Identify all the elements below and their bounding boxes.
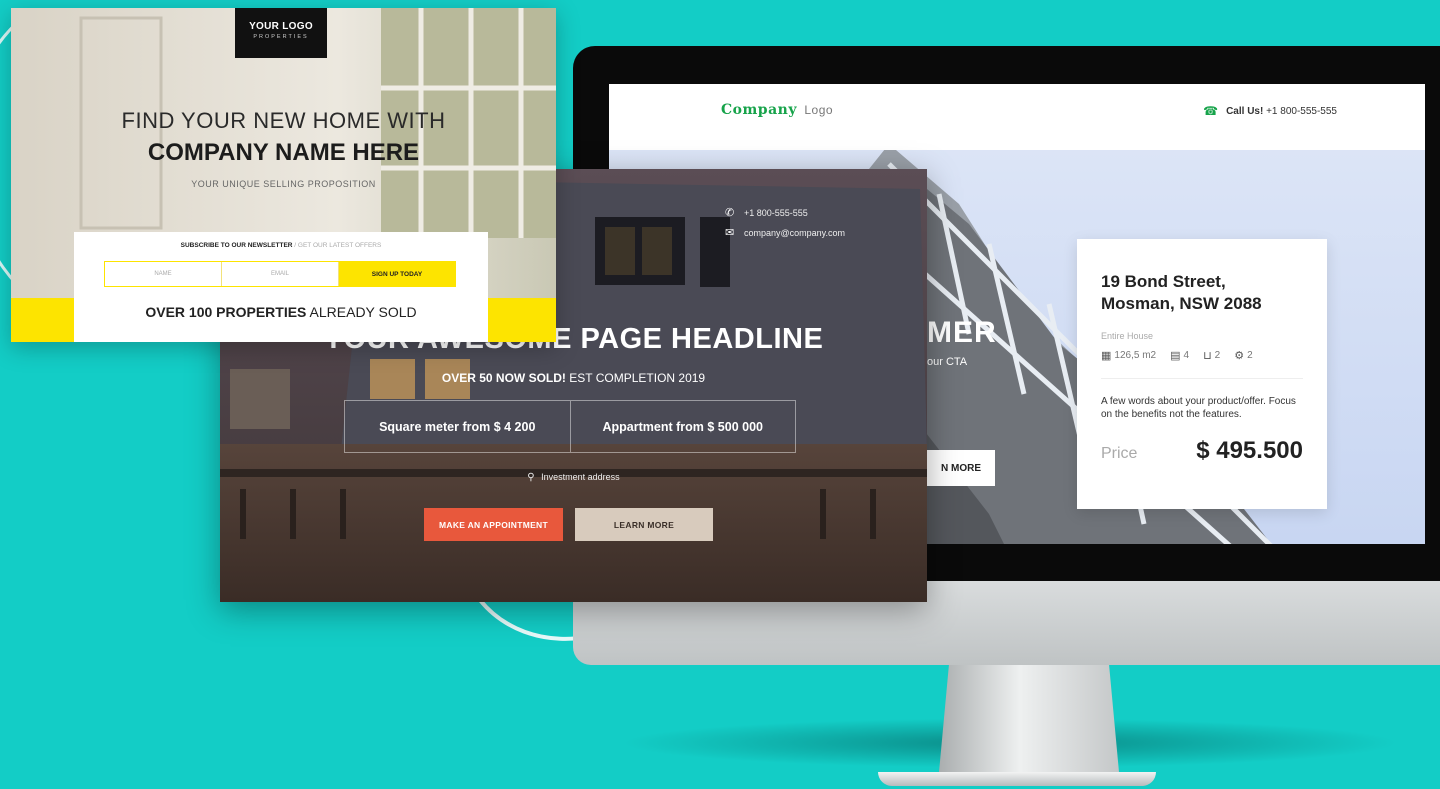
amenity-bedrooms: ▤ 4 bbox=[1170, 349, 1189, 362]
company-logo-text: Company bbox=[721, 102, 797, 118]
investment-address-text: Investment address bbox=[541, 472, 620, 482]
properties-sold-rest: ALREADY SOLD bbox=[309, 304, 417, 320]
price-value: $ 495.500 bbox=[1196, 437, 1303, 464]
hero-cta-fragment: our CTA bbox=[927, 356, 968, 368]
monitor-stand-base bbox=[878, 772, 1156, 786]
hero-headline-fragment: MER bbox=[927, 316, 997, 349]
listing-description: A few words about your product/offer. Fo… bbox=[1101, 396, 1296, 420]
email-field[interactable]: EMAIL bbox=[222, 262, 339, 286]
company-logo-sub: Logo bbox=[804, 103, 834, 117]
stat-square-meter: Square meter from $ 4 200 bbox=[379, 419, 536, 434]
name-field[interactable]: NAME bbox=[105, 262, 222, 286]
properties-sold: OVER 100 PROPERTIES ALREADY SOLD bbox=[74, 304, 488, 320]
learn-more-button-partial[interactable]: N MORE bbox=[927, 450, 995, 486]
call-us-number: +1 800-555-555 bbox=[1266, 105, 1337, 117]
newsletter-fields: NAME EMAIL SIGN UP TODAY bbox=[104, 261, 456, 287]
phone-icon: ☎ bbox=[1203, 104, 1219, 118]
learn-more-button[interactable]: LEARN MORE bbox=[575, 508, 713, 541]
price-label: Price bbox=[1101, 445, 1138, 462]
make-appointment-button[interactable]: MAKE AN APPOINTMENT bbox=[424, 508, 563, 541]
mail-icon: ✉ bbox=[725, 227, 735, 239]
newsletter-title-rest: / GET OUR LATEST OFFERS bbox=[294, 242, 382, 249]
sign-up-button[interactable]: SIGN UP TODAY bbox=[339, 262, 455, 286]
contact-email-text: company@company.com bbox=[744, 228, 846, 238]
monitor-navbar: Company Logo ☎ Call Us! +1 800-555-555 bbox=[609, 84, 1425, 150]
stat-appartment: Appartment from $ 500 000 bbox=[569, 401, 796, 452]
call-us-label: Call Us! bbox=[1226, 105, 1264, 117]
subheadline-rest: EST COMPLETION 2019 bbox=[569, 371, 706, 385]
newsletter-title-bold: SUBSCRIBE TO OUR NEWSLETTER bbox=[180, 242, 293, 249]
amenity-area: ▦ 126,5 m2 bbox=[1101, 349, 1156, 362]
headline-line-2: COMPANY NAME HERE bbox=[147, 139, 420, 166]
price-stats: Square meter from $ 4 200 Appartment fro… bbox=[344, 400, 796, 453]
bed-icon: ▤ bbox=[1170, 350, 1181, 362]
amenity-garages-value: 2 bbox=[1247, 350, 1253, 361]
amenity-bathrooms: ⊔ 2 bbox=[1203, 349, 1220, 362]
newsletter-form: SUBSCRIBE TO OUR NEWSLETTER / GET OUR LA… bbox=[74, 232, 488, 342]
logo-main-text: YOUR LOGO bbox=[249, 21, 313, 32]
phone-icon: ✆ bbox=[725, 207, 735, 219]
amenity-area-value: 126,5 m2 bbox=[1114, 350, 1157, 361]
investment-address[interactable]: ⚲ Investment address bbox=[220, 472, 927, 483]
listing-type: Entire House bbox=[1101, 331, 1154, 341]
monitor-stand bbox=[938, 665, 1120, 783]
newsletter-landing-page: YOUR LOGO PROPERTIES FIND YOUR NEW HOME … bbox=[11, 8, 556, 342]
unique-selling-proposition: YOUR UNIQUE SELLING PROPOSITION bbox=[191, 179, 376, 189]
logo-sub-text: PROPERTIES bbox=[253, 34, 309, 40]
floorplan-icon: ▦ bbox=[1101, 350, 1112, 362]
contact-email[interactable]: ✉ company@company.com bbox=[725, 223, 845, 243]
contact-phone-text: +1 800-555-555 bbox=[744, 208, 808, 218]
newsletter-title: SUBSCRIBE TO OUR NEWSLETTER / GET OUR LA… bbox=[74, 242, 488, 249]
contact-phone[interactable]: ✆ +1 800-555-555 bbox=[725, 203, 845, 223]
company-logo[interactable]: Company Logo bbox=[721, 102, 833, 118]
subheadline-bold: OVER 50 NOW SOLD! bbox=[441, 371, 566, 385]
page-subheadline: OVER 50 NOW SOLD! EST COMPLETION 2019 bbox=[220, 371, 927, 385]
listing-address: 19 Bond Street, Mosman, NSW 2088 bbox=[1101, 272, 1262, 313]
car-icon: ⚙ bbox=[1234, 350, 1245, 362]
headline-line-1: FIND YOUR NEW HOME WITH bbox=[121, 108, 446, 133]
your-logo[interactable]: YOUR LOGO PROPERTIES bbox=[235, 8, 327, 58]
price-row: Price $ 495.500 bbox=[1101, 437, 1303, 465]
amenity-garages: ⚙ 2 bbox=[1234, 349, 1252, 362]
properties-sold-bold: OVER 100 PROPERTIES bbox=[145, 304, 307, 320]
amenity-bathrooms-value: 2 bbox=[1214, 350, 1221, 361]
listing-amenities: ▦ 126,5 m2 ▤ 4 ⊔ 2 ⚙ 2 bbox=[1101, 349, 1303, 379]
call-us[interactable]: ☎ Call Us! +1 800-555-555 bbox=[1203, 104, 1337, 118]
listing-card: 19 Bond Street, Mosman, NSW 2088 Entire … bbox=[1077, 239, 1327, 509]
map-pin-icon: ⚲ bbox=[527, 472, 535, 483]
contact-info: ✆ +1 800-555-555 ✉ company@company.com bbox=[725, 203, 845, 243]
bathtub-icon: ⊔ bbox=[1203, 350, 1212, 362]
amenity-bedrooms-value: 4 bbox=[1183, 350, 1190, 361]
